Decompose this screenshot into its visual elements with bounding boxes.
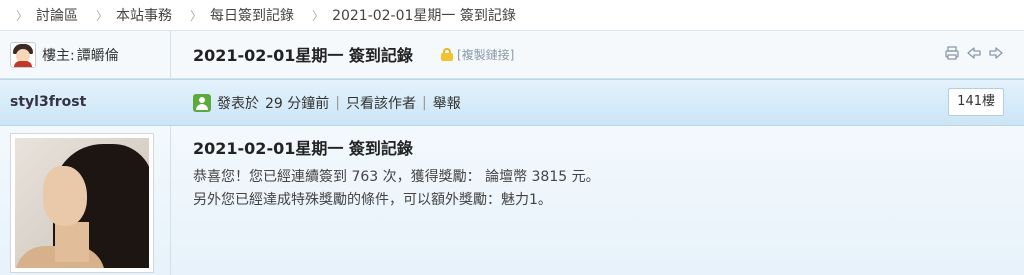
- message-line: 另外您已經達成特殊獎勵的條件，可以額外獎勵：魅力1。: [193, 192, 552, 208]
- owner-label: 樓主:: [42, 48, 75, 64]
- report-link[interactable]: 舉報: [433, 93, 461, 113]
- breadcrumb-item-daily-checkin[interactable]: 〉 每日簽到記錄: [190, 5, 312, 25]
- arrow-left-icon[interactable]: [966, 45, 982, 61]
- breadcrumb-item-site-affairs[interactable]: 〉 本站事務: [96, 5, 190, 25]
- message-line: 恭喜您！您已經連續簽到 763 次，獲得獎勵： 論壇幣 3815 元。: [193, 169, 600, 185]
- page-title: 2021-02-01星期一 簽到記錄: [193, 46, 413, 65]
- chevron-right-icon: 〉: [96, 8, 109, 23]
- thread-tools: [944, 45, 1004, 61]
- breadcrumb-item-forum[interactable]: 〉 討論區: [16, 5, 96, 25]
- author-sidebar: [0, 126, 171, 275]
- thread-owner: 樓主: 譚皭倫: [0, 31, 171, 79]
- breadcrumb: 〉 討論區 〉 本站事務 〉 每日簽到記錄 〉 2021-02-01星期一 簽到…: [0, 0, 1024, 31]
- print-icon[interactable]: [944, 45, 960, 61]
- divider: |: [335, 95, 340, 111]
- chevron-right-icon: 〉: [312, 8, 325, 23]
- breadcrumb-label[interactable]: 本站事務: [116, 5, 172, 25]
- avatar[interactable]: [10, 42, 36, 68]
- owner-name[interactable]: 譚皭倫: [77, 45, 119, 65]
- breadcrumb-item-current: 〉 2021-02-01星期一 簽到記錄: [312, 5, 534, 25]
- floor-number-badge[interactable]: 141樓: [948, 88, 1004, 116]
- post-content-area: 2021-02-01星期一 簽到記錄 恭喜您！您已經連續簽到 763 次，獲得獎…: [0, 126, 1024, 275]
- message-title: 2021-02-01星期一 簽到記錄: [193, 139, 413, 158]
- breadcrumb-label: 2021-02-01星期一 簽到記錄: [332, 8, 516, 24]
- user-online-icon: [193, 94, 211, 112]
- breadcrumb-label[interactable]: 每日簽到記錄: [210, 5, 294, 25]
- chevron-right-icon: 〉: [16, 8, 29, 23]
- author-avatar[interactable]: [10, 133, 154, 273]
- breadcrumb-label[interactable]: 討論區: [36, 5, 78, 25]
- posted-time: 29 分鐘前: [265, 96, 330, 112]
- arrow-right-icon[interactable]: [988, 45, 1004, 61]
- only-author-link[interactable]: 只看該作者: [346, 93, 416, 113]
- chevron-right-icon: 〉: [190, 8, 203, 23]
- post-meta: 發表於 29 分鐘前 | 只看該作者 | 舉報: [193, 93, 461, 113]
- post-info-bar: styl3frost 發表於 29 分鐘前 | 只看該作者 | 舉報 141樓: [0, 79, 1024, 126]
- copy-link-button[interactable]: [複製鏈接]: [457, 46, 514, 63]
- divider: |: [421, 95, 427, 111]
- post-author-name[interactable]: styl3frost: [10, 94, 86, 110]
- thread-header: 樓主: 譚皭倫 2021-02-01星期一 簽到記錄 [複製鏈接]: [0, 31, 1024, 79]
- posted-label: 發表於: [217, 96, 259, 112]
- lock-icon: [441, 48, 453, 61]
